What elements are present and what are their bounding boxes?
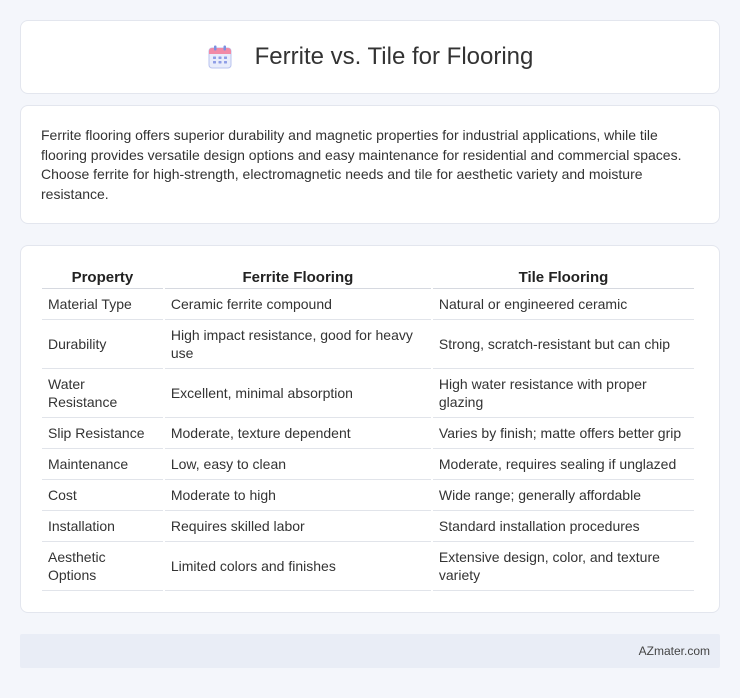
- table-row: Installation Requires skilled labor Stan…: [42, 511, 694, 542]
- tile-cell: Standard installation procedures: [432, 511, 694, 542]
- summary-card: Ferrite flooring offers superior durabil…: [20, 105, 720, 224]
- property-cell: Maintenance: [42, 449, 163, 480]
- ferrite-cell: Moderate to high: [164, 480, 431, 511]
- page-title: Ferrite vs. Tile for Flooring: [254, 43, 534, 70]
- summary-text: Ferrite flooring offers superior durabil…: [41, 127, 682, 202]
- calendar-icon: [207, 44, 233, 70]
- table-row: Slip Resistance Moderate, texture depend…: [42, 418, 694, 449]
- ferrite-cell: Moderate, texture dependent: [164, 418, 431, 449]
- tile-cell: Varies by finish; matte offers better gr…: [432, 418, 694, 449]
- ferrite-cell: Excellent, minimal absorption: [164, 369, 431, 418]
- table-header-row: Property Ferrite Flooring Tile Flooring: [42, 263, 694, 289]
- tile-cell: Extensive design, color, and texture var…: [432, 542, 694, 591]
- tile-cell: Moderate, requires sealing if unglazed: [432, 449, 694, 480]
- ferrite-cell: Ceramic ferrite compound: [164, 289, 431, 320]
- title-card: Ferrite vs. Tile for Flooring: [20, 20, 720, 94]
- property-cell: Cost: [42, 480, 163, 511]
- tile-cell: Strong, scratch-resistant but can chip: [432, 320, 694, 369]
- table-row: Water Resistance Excellent, minimal abso…: [42, 369, 694, 418]
- table-row: Durability High impact resistance, good …: [42, 320, 694, 369]
- ferrite-cell: High impact resistance, good for heavy u…: [164, 320, 431, 369]
- property-cell: Installation: [42, 511, 163, 542]
- ferrite-cell: Limited colors and finishes: [164, 542, 431, 591]
- header-ferrite-flooring: Ferrite Flooring: [164, 263, 431, 289]
- footer: AZmater.com: [20, 634, 720, 668]
- ferrite-cell: Low, easy to clean: [164, 449, 431, 480]
- comparison-table-card: Property Ferrite Flooring Tile Flooring …: [20, 245, 720, 613]
- property-cell: Water Resistance: [42, 369, 163, 418]
- table-row: Cost Moderate to high Wide range; genera…: [42, 480, 694, 511]
- property-cell: Slip Resistance: [42, 418, 163, 449]
- tile-cell: Natural or engineered ceramic: [432, 289, 694, 320]
- footer-site-link[interactable]: AZmater.com: [639, 644, 710, 658]
- table-row: Maintenance Low, easy to clean Moderate,…: [42, 449, 694, 480]
- property-cell: Durability: [42, 320, 163, 369]
- ferrite-cell: Requires skilled labor: [164, 511, 431, 542]
- header-property: Property: [42, 263, 163, 289]
- tile-cell: High water resistance with proper glazin…: [432, 369, 694, 418]
- property-cell: Material Type: [42, 289, 163, 320]
- tile-cell: Wide range; generally affordable: [432, 480, 694, 511]
- comparison-table: Property Ferrite Flooring Tile Flooring …: [40, 263, 696, 591]
- table-row: Material Type Ceramic ferrite compound N…: [42, 289, 694, 320]
- header-tile-flooring: Tile Flooring: [432, 263, 694, 289]
- property-cell: Aesthetic Options: [42, 542, 163, 591]
- table-row: Aesthetic Options Limited colors and fin…: [42, 542, 694, 591]
